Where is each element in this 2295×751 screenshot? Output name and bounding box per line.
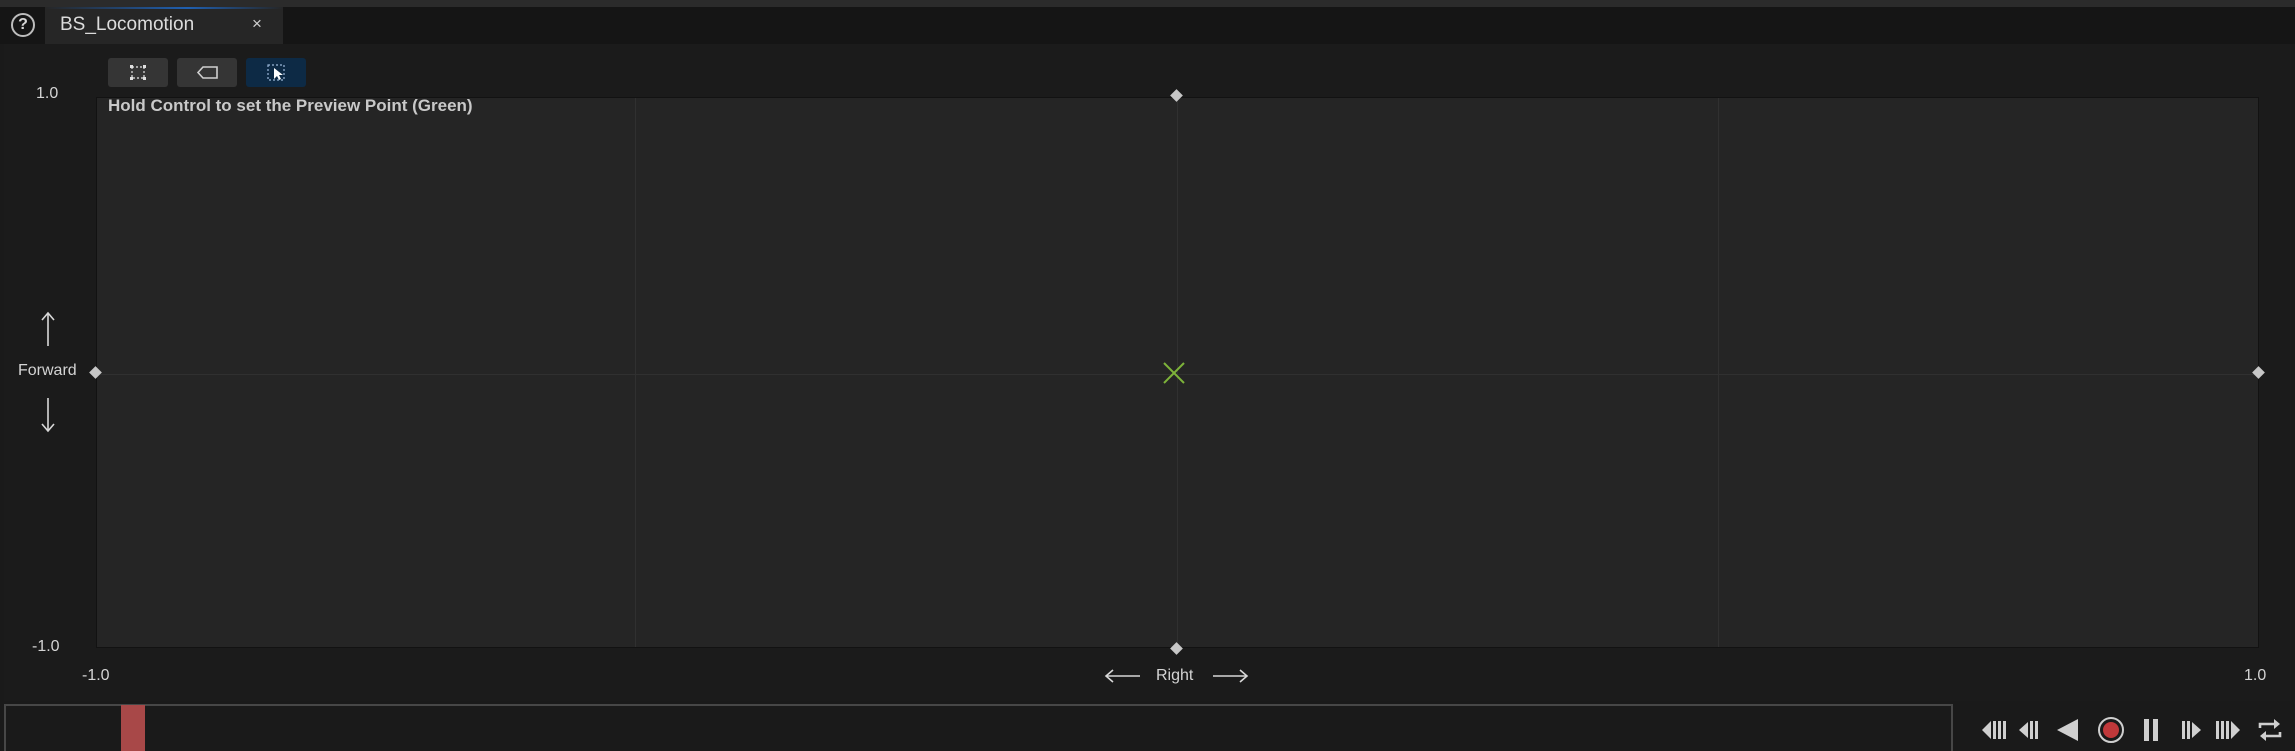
grid-line — [1718, 98, 1719, 647]
x-axis-min-label: -1.0 — [82, 667, 110, 684]
tag-icon — [196, 66, 218, 79]
step-forward-icon[interactable] — [2178, 715, 2204, 745]
tag-button[interactable] — [177, 58, 237, 87]
record-icon[interactable] — [2096, 715, 2126, 745]
help-icon[interactable]: ? — [11, 13, 35, 37]
jump-to-end-icon[interactable] — [2212, 715, 2242, 745]
fit-to-grid-button[interactable] — [108, 58, 168, 87]
fit-to-grid-icon — [130, 65, 146, 80]
y-axis-min-label: -1.0 — [32, 638, 60, 655]
y-axis-max-label: 1.0 — [36, 85, 59, 102]
preview-hint-text: Hold Control to set the Preview Point (G… — [108, 96, 473, 115]
tab-title: BS_Locomotion — [60, 14, 195, 35]
y-axis-label: Forward — [18, 362, 77, 379]
x-axis-max-label: 1.0 — [2244, 667, 2267, 684]
loop-icon[interactable] — [2255, 715, 2285, 745]
pause-icon[interactable] — [2140, 715, 2162, 745]
timeline-scrubber[interactable] — [121, 705, 145, 751]
close-icon[interactable]: × — [252, 14, 262, 34]
grid-line — [635, 98, 636, 647]
select-mode-button[interactable] — [246, 58, 306, 87]
arrow-left-icon — [1104, 669, 1140, 683]
timeline-track[interactable] — [4, 704, 1953, 751]
play-reverse-icon[interactable] — [2054, 715, 2082, 745]
preview-point-marker[interactable] — [1162, 361, 1186, 385]
arrow-right-icon — [1213, 669, 1249, 683]
jump-to-start-icon[interactable] — [1980, 715, 2010, 745]
tab-strip — [0, 7, 2295, 44]
select-cursor-icon — [267, 64, 285, 81]
step-back-icon[interactable] — [2016, 715, 2042, 745]
tab-active-indicator — [45, 7, 283, 9]
arrow-up-icon — [41, 311, 55, 346]
x-axis-label: Right — [1156, 667, 1194, 684]
window-top-bar — [0, 0, 2295, 7]
arrow-down-icon — [41, 398, 55, 433]
